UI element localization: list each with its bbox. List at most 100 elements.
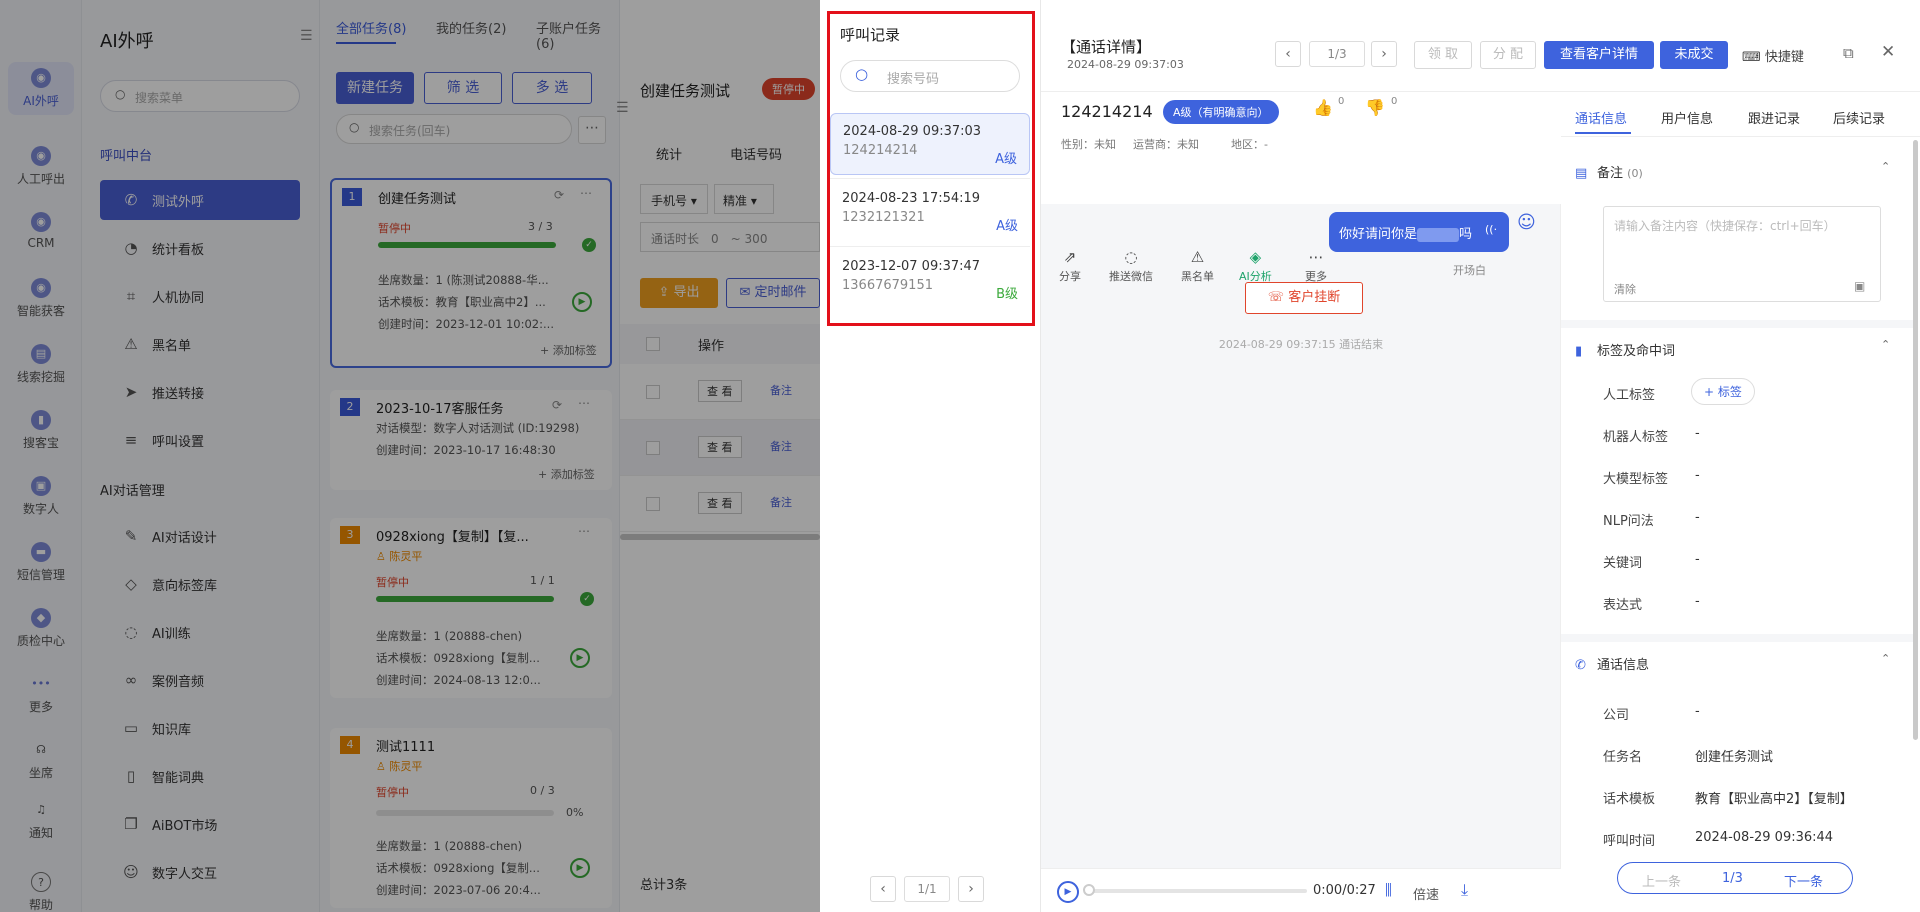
ai-analysis-action[interactable]: ◈ AI分析 <box>1239 248 1272 284</box>
dislike-icon[interactable]: 👎 <box>1365 98 1385 117</box>
tag-label: 表达式 <box>1603 598 1643 613</box>
tag-label: 关键词 <box>1603 556 1643 571</box>
tab-call-info[interactable]: 通话信息 <box>1575 108 1627 127</box>
save-icon[interactable]: ▣ <box>1854 279 1865 293</box>
robot-avatar-icon: ☺ <box>1517 212 1536 233</box>
region: 地区：- <box>1231 138 1268 151</box>
tag-value: - <box>1695 552 1700 567</box>
audio-player: ▶ 0:00/0:27 ⫼ 倍速 ⤓ <box>1041 868 1561 912</box>
detail-title: 【通话详情】 <box>1061 38 1152 56</box>
hangup-icon: ☏ <box>1267 290 1289 305</box>
call-records-panel: 呼叫记录 ○ 搜索号码 2024-08-29 09:37:03 124214214… <box>820 0 1041 912</box>
info-label: 话术模板 <box>1603 792 1656 807</box>
collapse-chevron-icon[interactable]: ⌃ <box>1881 338 1890 351</box>
chat-caption: 开场白 <box>1453 264 1486 277</box>
not-deal-button[interactable]: 未成交 <box>1660 41 1728 69</box>
expand-icon[interactable]: ⧉ <box>1843 44 1854 62</box>
prev-call-button[interactable]: ‹ <box>1275 41 1301 67</box>
note-input[interactable]: 请输入备注内容（快捷保存：ctrl+回车） 清除 ▣ <box>1603 206 1881 302</box>
masked-text <box>1417 227 1460 242</box>
add-tag-button[interactable]: + 标签 <box>1691 378 1755 405</box>
divider <box>1561 136 1920 137</box>
tag-value: - <box>1695 594 1700 609</box>
info-label: 任务名 <box>1603 750 1643 765</box>
note-section-header[interactable]: ▤ 备注 (0) <box>1575 162 1643 181</box>
info-panel: 通话信息 用户信息 跟进记录 后续记录 ▤ 备注 (0) ⌃ 请输入备注内容（快捷… <box>1561 92 1920 912</box>
blacklist-action[interactable]: ⚠ 黑名单 <box>1181 248 1214 284</box>
more-action[interactable]: ⋯ 更多 <box>1305 248 1327 284</box>
collapse-chevron-icon[interactable]: ⌃ <box>1881 160 1890 173</box>
level-badge: A级（有明确意向） <box>1163 100 1279 124</box>
info-value: 创建任务测试 <box>1695 750 1774 765</box>
tab-subsequent[interactable]: 后续记录 <box>1833 108 1885 127</box>
audio-wave-icon[interactable]: ((· <box>1485 223 1497 236</box>
tag-value: - <box>1695 426 1700 441</box>
bottom-pager: 上一条 1/3 下一条 <box>1617 862 1853 894</box>
keyboard-icon: ⌨ <box>1742 50 1765 65</box>
info-label: 公司 <box>1603 708 1630 723</box>
records-pager: 1/1 <box>904 876 950 902</box>
tags-section-header[interactable]: ▮ 标签及命中词 <box>1575 340 1675 359</box>
shortcut-button[interactable]: ⌨ 快捷键 <box>1742 46 1804 65</box>
chat-bubble-icon: ◌ <box>1124 248 1138 266</box>
detail-time: 2024-08-29 09:37:03 <box>1067 58 1184 71</box>
tag-value: - <box>1695 468 1700 483</box>
tab-followup[interactable]: 跟进记录 <box>1748 108 1800 127</box>
warning-icon: ⚠ <box>1190 248 1205 266</box>
tag-label: NLP问法 <box>1603 514 1654 529</box>
collapse-chevron-icon[interactable]: ⌃ <box>1881 652 1890 665</box>
like-count: 0 <box>1338 96 1345 107</box>
call-section-header[interactable]: ✆ 通话信息 <box>1575 654 1649 673</box>
waveform-icon[interactable]: ⫼ <box>1385 881 1392 899</box>
more-icon: ⋯ <box>1308 248 1324 266</box>
tag-label: 机器人标签 <box>1603 430 1669 445</box>
phone-icon: ✆ <box>1575 658 1586 673</box>
section-gap <box>1561 634 1913 642</box>
share-action[interactable]: ⇗ 分享 <box>1059 248 1081 284</box>
download-icon[interactable]: ⤓ <box>1461 880 1468 900</box>
document-icon: ▤ <box>1575 166 1588 181</box>
close-icon[interactable]: ✕ <box>1881 42 1895 62</box>
records-next-button[interactable]: › <box>958 876 984 902</box>
chat-bubble: 你好请问你是吗 ((· <box>1329 212 1509 252</box>
prev-item-button[interactable]: 上一条 <box>1642 871 1681 890</box>
play-icon[interactable]: ▶ <box>1057 881 1079 903</box>
modal-overlay[interactable] <box>0 0 820 912</box>
conversation-area: 124214214 A级（有明确意向） 👍 0 👎 0 性别：未知 运营商：未知… <box>1041 92 1561 912</box>
info-value: 2024-08-29 09:36:44 <box>1695 830 1834 845</box>
call-end-line: 2024-08-29 09:37:15 通话结束 <box>1218 338 1384 351</box>
claim-button[interactable]: 领 取 <box>1414 41 1472 69</box>
bookmark-icon: ▮ <box>1575 344 1583 359</box>
view-customer-button[interactable]: 查看客户详情 <box>1544 41 1654 69</box>
note-clear-button[interactable]: 清除 <box>1614 281 1636 297</box>
tag-value: - <box>1695 510 1700 525</box>
call-detail: 【通话详情】 2024-08-29 09:37:03 ‹ 1/3 › 领 取 分… <box>1041 0 1920 912</box>
next-call-button[interactable]: › <box>1371 41 1397 67</box>
detail-header: 【通话详情】 2024-08-29 09:37:03 ‹ 1/3 › 领 取 分… <box>1041 0 1920 92</box>
records-prev-button[interactable]: ‹ <box>870 876 896 902</box>
dislike-count: 0 <box>1391 96 1398 107</box>
call-detail-drawer: 呼叫记录 ○ 搜索号码 2024-08-29 09:37:03 124214214… <box>820 0 1920 912</box>
audio-progress-handle[interactable] <box>1083 884 1095 896</box>
tag-label: 人工标签 <box>1603 388 1656 403</box>
audio-time: 0:00/0:27 <box>1313 883 1376 898</box>
customer-summary: 124214214 A级（有明确意向） 👍 0 👎 0 性别：未知 运营商：未知… <box>1041 92 1561 204</box>
customer-number: 124214214 <box>1061 102 1153 121</box>
detail-pager: 1/3 <box>1309 41 1365 67</box>
tag-label: 大模型标签 <box>1603 472 1669 487</box>
like-icon[interactable]: 👍 <box>1313 98 1333 117</box>
speed-button[interactable]: 倍速 <box>1413 884 1439 903</box>
tab-user-info[interactable]: 用户信息 <box>1661 108 1713 127</box>
ai-analysis-icon: ◈ <box>1249 248 1262 266</box>
audio-progress[interactable] <box>1087 889 1307 893</box>
info-value: 教育【职业高中2】【复制】 <box>1695 792 1853 807</box>
next-item-button[interactable]: 下一条 <box>1784 871 1823 890</box>
vertical-scrollbar[interactable] <box>1913 140 1918 740</box>
hangup-badge: ☏ 客户挂断 <box>1245 282 1363 314</box>
info-value: - <box>1695 704 1700 719</box>
push-wechat-action[interactable]: ◌ 推送微信 <box>1109 248 1153 284</box>
pager-text: 1/3 <box>1722 871 1743 886</box>
share-icon: ⇗ <box>1063 248 1077 266</box>
section-gap <box>1561 320 1913 328</box>
assign-button[interactable]: 分 配 <box>1480 41 1536 69</box>
